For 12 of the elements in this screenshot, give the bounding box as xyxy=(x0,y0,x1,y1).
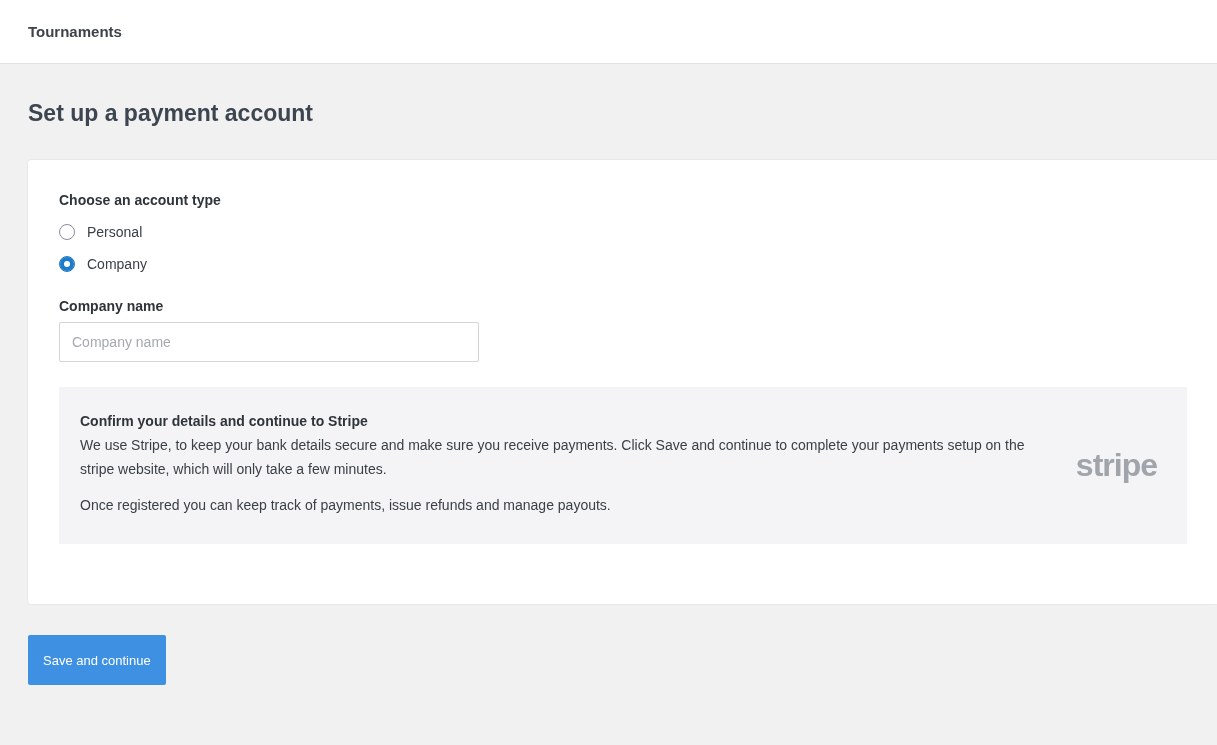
info-paragraph: Once registered you can keep track of payments, issue refunds and manage payouts. xyxy=(80,496,612,515)
field-label: Company name xyxy=(59,298,165,314)
app-title: Tournaments xyxy=(28,23,122,40)
radio-option[interactable]: Company xyxy=(59,256,1187,272)
company-name-field[interactable]: Company name xyxy=(59,322,479,362)
info-title: Confirm your details and continue to Stripe xyxy=(80,413,369,429)
stripe-logo: stripe xyxy=(1075,446,1157,484)
radio-option[interactable]: Personal xyxy=(59,224,1187,240)
radio-button[interactable] xyxy=(59,256,75,272)
page-title: Set up a payment account xyxy=(28,99,314,127)
info-paragraph: We use Stripe, to keep your bank details secure and make sure you receive payments. Click Save and continue to complete your payments setup on the stripe website, which will only take a few minutes. xyxy=(80,436,1026,479)
field-label: Choose an account type xyxy=(59,192,222,208)
